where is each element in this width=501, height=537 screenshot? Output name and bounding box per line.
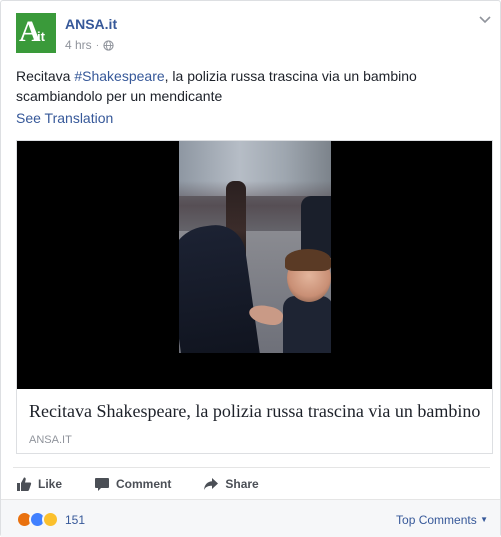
link-info[interactable]: Recitava Shakespeare, la polizia russa t… — [17, 389, 492, 453]
reaction-count[interactable]: 151 — [65, 513, 85, 527]
share-icon — [204, 478, 219, 490]
haha-reaction-icon — [42, 511, 59, 528]
link-preview[interactable]: Recitava Shakespeare, la polizia russa t… — [16, 140, 493, 454]
video-player[interactable] — [17, 141, 492, 389]
page-avatar[interactable]: A it — [16, 13, 56, 53]
meta-separator: · — [95, 39, 100, 51]
top-comments-label: Top Comments — [396, 513, 477, 527]
caret-down-icon: ▼ — [480, 515, 488, 524]
link-domain: ANSA.IT — [29, 434, 72, 446]
link-title[interactable]: Recitava Shakespeare, la polizia russa t… — [29, 401, 480, 422]
action-bar: Like Comment Share — [16, 474, 291, 494]
divider — [13, 467, 490, 468]
post-message: Recitava #Shakespeare, la polizia russa … — [16, 66, 486, 106]
page-name-link[interactable]: ANSA.it — [65, 16, 117, 32]
comment-button[interactable]: Comment — [94, 476, 171, 492]
reactions-footer: 151 Top Comments ▼ — [1, 499, 500, 537]
like-icon — [17, 477, 32, 491]
globe-icon — [103, 39, 114, 51]
comment-icon — [95, 478, 110, 491]
avatar-suffix: it — [37, 29, 45, 44]
see-translation-link[interactable]: See Translation — [16, 110, 113, 126]
like-label: Like — [38, 477, 63, 491]
post-timestamp[interactable]: 4 hrs — [65, 38, 92, 52]
comment-label: Comment — [116, 477, 172, 491]
post-text-before: Recitava — [16, 68, 75, 84]
post-card: A it ANSA.it 4 hrs · Recitava #Shakespea… — [0, 0, 501, 537]
post-meta: 4 hrs · — [65, 38, 114, 52]
video-frame — [179, 141, 331, 353]
share-label: Share — [225, 477, 259, 491]
top-comments-dropdown[interactable]: Top Comments ▼ — [396, 513, 488, 527]
hashtag-link[interactable]: #Shakespeare — [74, 68, 164, 84]
chevron-down-icon[interactable] — [478, 13, 492, 27]
reaction-summary[interactable]: 151 — [16, 511, 85, 528]
share-button[interactable]: Share — [203, 476, 259, 492]
like-button[interactable]: Like — [16, 476, 62, 492]
